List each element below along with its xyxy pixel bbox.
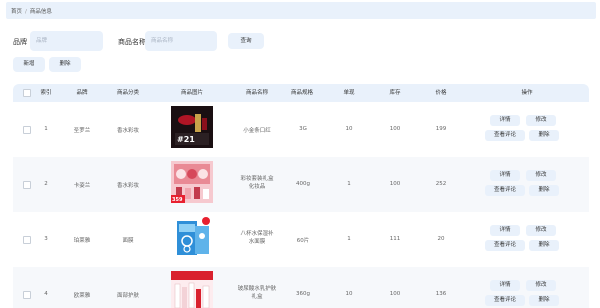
breadcrumb-separator: / xyxy=(25,9,27,15)
header-image: 商品图片 xyxy=(180,90,203,96)
view-reviews-button[interactable]: 查看评论 xyxy=(485,185,525,196)
lipstick-product-image: #21 xyxy=(171,106,213,148)
view-reviews-button[interactable]: 查看评论 xyxy=(485,240,525,251)
cell-spec: 3G xyxy=(299,126,307,132)
cell-spec: 400g xyxy=(296,181,310,187)
cell-name: 小金条口红 xyxy=(243,128,271,134)
detail-button[interactable]: 详情 xyxy=(490,115,520,126)
cell-spec: 360g xyxy=(296,291,310,297)
svg-text:359: 359 xyxy=(172,197,183,203)
cell-brand: 圣罗兰 xyxy=(73,128,91,134)
cell-brand: 欧莱雅 xyxy=(73,293,91,299)
cell-stock: 111 xyxy=(389,236,401,242)
cell-name-line1: 彩妆套装礼盒 xyxy=(240,176,274,182)
cell-price: 199 xyxy=(435,126,447,132)
cell-index: 4 xyxy=(44,291,48,297)
cell-index: 1 xyxy=(44,126,48,132)
cell-price: 20 xyxy=(437,236,445,242)
query-button[interactable]: 查询 xyxy=(228,33,264,49)
hydrating-mask-image xyxy=(171,216,213,258)
cell-name-line2: 礼盒 xyxy=(251,294,263,300)
row-checkbox[interactable] xyxy=(23,236,31,244)
svg-text:#21: #21 xyxy=(177,135,195,144)
header-actions: 操作 xyxy=(521,90,533,96)
cell-name-line2: 化妆品 xyxy=(248,184,266,190)
header-name: 商品名称 xyxy=(245,90,268,96)
header-brand: 品牌 xyxy=(76,90,88,96)
header-stock: 库存 xyxy=(389,90,401,96)
detail-button[interactable]: 详情 xyxy=(490,170,520,181)
cell-name-line1: 玻尿酸水乳护肤 xyxy=(237,286,277,292)
header-index: 索引 xyxy=(40,90,52,96)
cell-unit: 10 xyxy=(345,126,353,132)
row-checkbox[interactable] xyxy=(23,126,31,134)
cell-name: 彩妆套装礼盒 化妆品 xyxy=(231,175,283,191)
detail-button[interactable]: 详情 xyxy=(490,225,520,236)
product-table: 索引 品牌 商品分类 商品图片 商品名称 商品规格 单现 库存 价格 操作 1 … xyxy=(13,84,589,308)
edit-button[interactable]: 修改 xyxy=(526,115,556,126)
cell-index: 3 xyxy=(44,236,48,242)
add-button[interactable]: 新增 xyxy=(13,57,45,72)
cell-index: 2 xyxy=(44,181,48,187)
table-row: 1 圣罗兰 香水彩妆 #21 小金条口红 3G 10 100 199 详情 修改… xyxy=(13,102,589,157)
brand-label: 品牌 xyxy=(13,38,27,46)
select-all-checkbox[interactable] xyxy=(23,89,31,97)
cell-price: 252 xyxy=(435,181,447,187)
cell-unit: 10 xyxy=(345,291,353,297)
header-unit: 单现 xyxy=(343,90,355,96)
header-price: 价格 xyxy=(435,90,447,96)
skincare-set-image xyxy=(171,271,213,308)
cell-category: 面部护肤 xyxy=(116,293,139,299)
cell-stock: 100 xyxy=(389,126,401,132)
table-row: 4 欧莱雅 面部护肤 玻尿酸水乳护肤 礼盒 360g 10 100 136 详情… xyxy=(13,267,589,308)
bulk-delete-button[interactable]: 删除 xyxy=(49,57,81,72)
row-checkbox[interactable] xyxy=(23,291,31,299)
cell-unit: 1 xyxy=(347,181,351,187)
makeup-gift-set-image: 359 xyxy=(171,161,213,203)
cell-stock: 100 xyxy=(389,181,401,187)
breadcrumb-home[interactable]: 首页 xyxy=(11,9,22,15)
table-row: 3 珀莱雅 面膜 八杯水保湿补 水面膜 60片 1 111 20 详情 修改 查… xyxy=(13,212,589,267)
brand-input[interactable]: 品牌 xyxy=(30,31,103,51)
table-header: 索引 品牌 商品分类 商品图片 商品名称 商品规格 单现 库存 价格 操作 xyxy=(13,84,589,102)
cell-name-line2: 水面膜 xyxy=(248,239,266,245)
header-spec: 商品规格 xyxy=(290,90,313,96)
edit-button[interactable]: 修改 xyxy=(526,280,556,291)
cell-stock: 100 xyxy=(389,291,401,297)
product-name-label: 商品名称 xyxy=(118,38,146,46)
cell-price: 136 xyxy=(435,291,447,297)
view-reviews-button[interactable]: 查看评论 xyxy=(485,295,525,306)
cell-category: 面膜 xyxy=(122,238,134,244)
cell-category: 香水彩妆 xyxy=(116,128,139,134)
cell-name: 玻尿酸水乳护肤 礼盒 xyxy=(229,285,285,301)
header-category: 商品分类 xyxy=(116,90,139,96)
detail-button[interactable]: 详情 xyxy=(490,280,520,291)
cell-brand: 卡姿兰 xyxy=(73,183,91,189)
delete-button[interactable]: 删除 xyxy=(529,240,559,251)
cell-name: 八杯水保湿补 水面膜 xyxy=(231,230,283,246)
view-reviews-button[interactable]: 查看评论 xyxy=(485,130,525,141)
row-checkbox[interactable] xyxy=(23,181,31,189)
delete-button[interactable]: 删除 xyxy=(529,130,559,141)
table-row: 2 卡姿兰 香水彩妆 359 彩妆套装礼盒 化妆品 400g 1 100 252… xyxy=(13,157,589,212)
cell-spec: 60片 xyxy=(296,238,310,244)
cell-brand: 珀莱雅 xyxy=(73,238,91,244)
product-name-input[interactable]: 商品名称 xyxy=(145,31,217,51)
delete-button[interactable]: 删除 xyxy=(529,295,559,306)
cell-unit: 1 xyxy=(347,236,351,242)
breadcrumb-bar: 首页 / 商品信息 xyxy=(6,2,596,19)
edit-button[interactable]: 修改 xyxy=(526,225,556,236)
delete-button[interactable]: 删除 xyxy=(529,185,559,196)
breadcrumb: 首页 / 商品信息 xyxy=(11,7,52,15)
edit-button[interactable]: 修改 xyxy=(526,170,556,181)
breadcrumb-current: 商品信息 xyxy=(29,9,52,15)
cell-category: 香水彩妆 xyxy=(116,183,139,189)
cell-name-line1: 八杯水保湿补 xyxy=(240,231,274,237)
